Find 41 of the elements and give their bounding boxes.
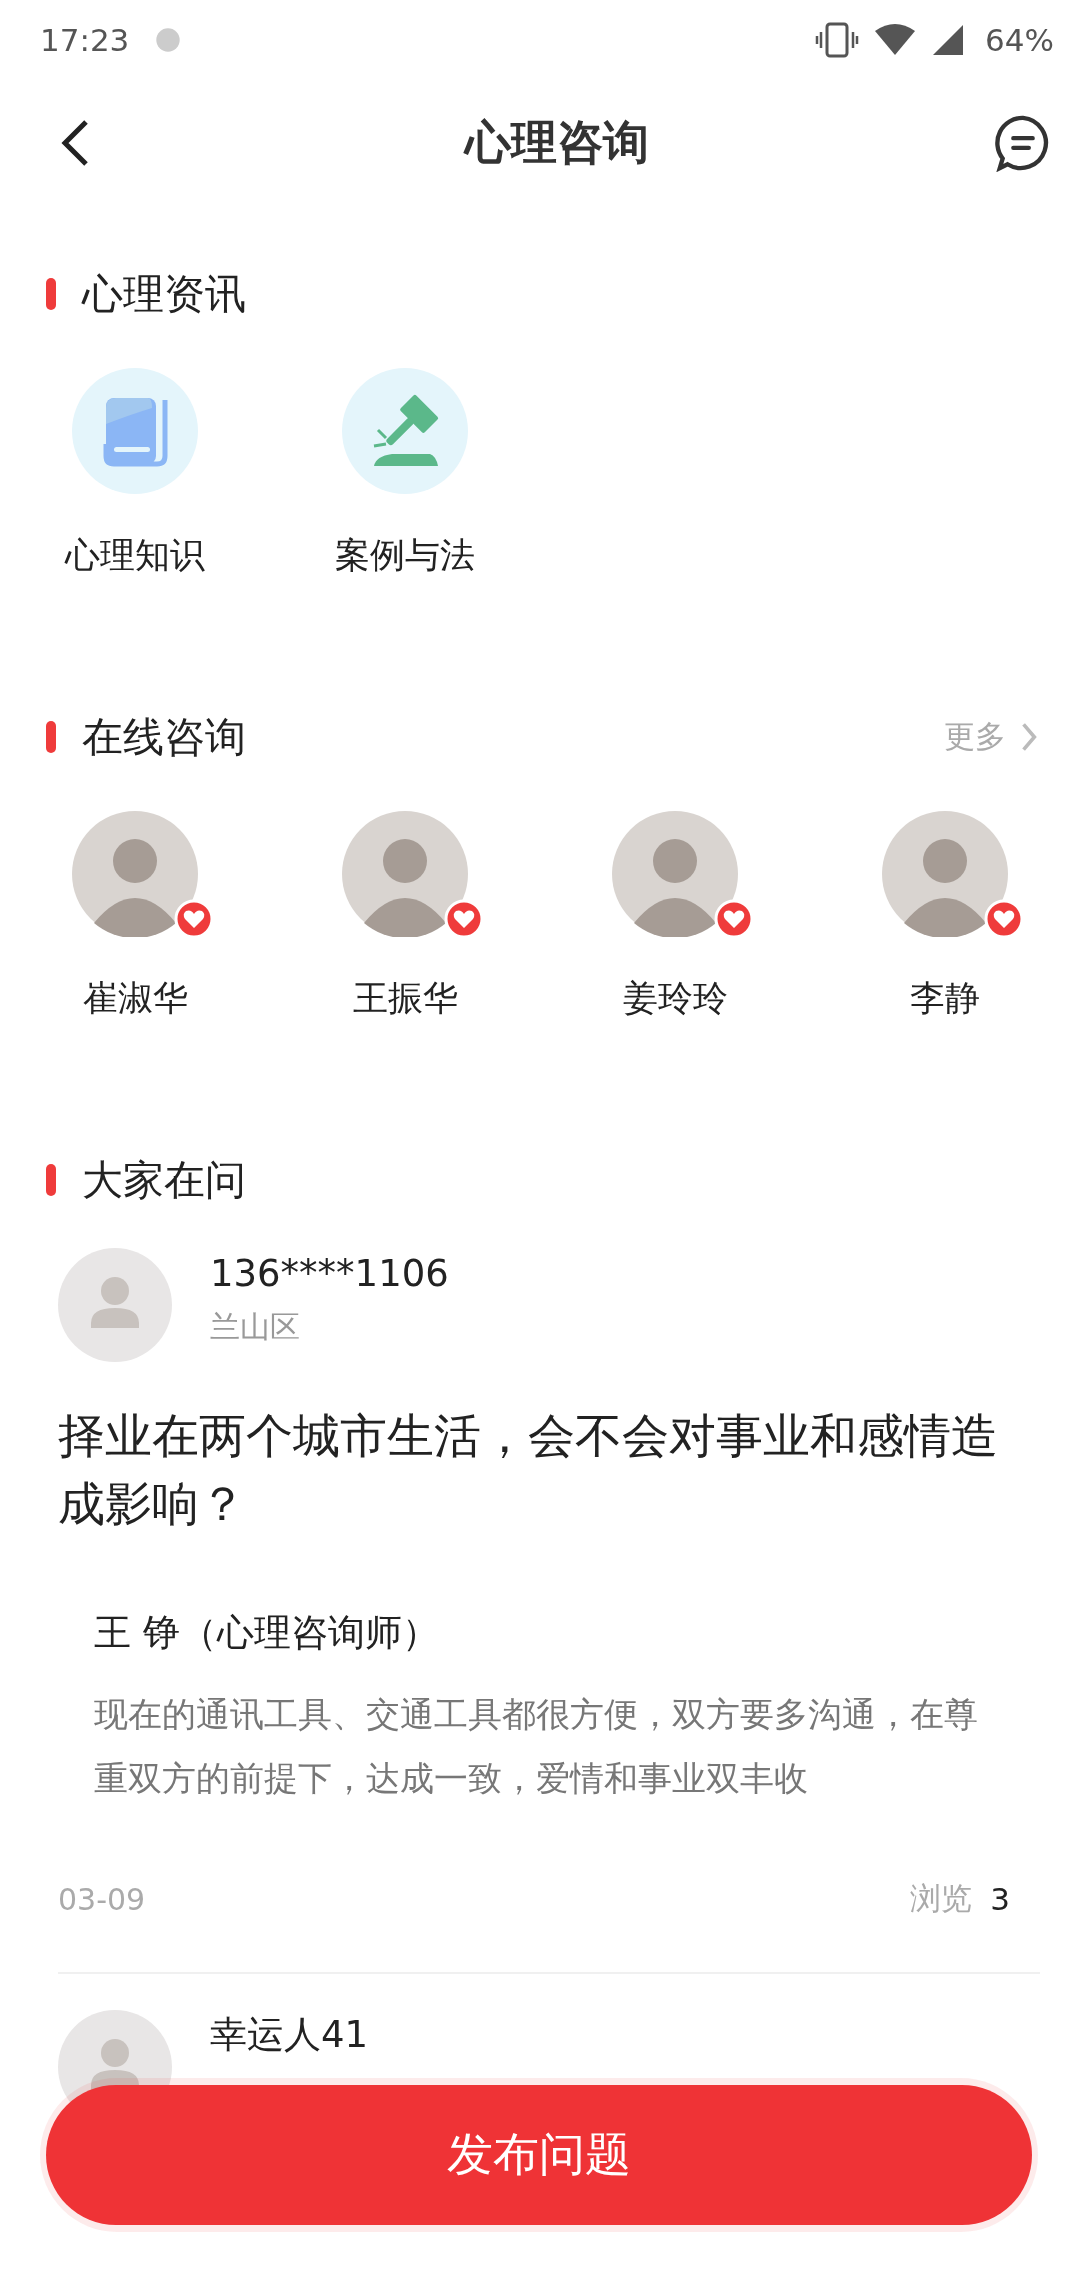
views-label: 浏览 (910, 1879, 973, 1918)
section-title: 心理资讯 (82, 268, 246, 320)
category-label[interactable]: 心理知识 (65, 532, 205, 579)
heart-badge-icon (444, 899, 484, 939)
section-title: 在线咨询 (82, 711, 246, 763)
status-time: 17:23 (40, 22, 130, 58)
avatar-icon[interactable] (342, 811, 468, 937)
gavel-icon[interactable] (342, 368, 468, 494)
heart-badge-icon (984, 899, 1024, 939)
user-name: 幸运人41 (210, 2012, 369, 2058)
answer-author: 王 铮（心理咨询师） (94, 1610, 440, 1656)
heart-badge-icon (174, 899, 214, 939)
avatar-icon[interactable] (612, 811, 738, 937)
heart-badge-icon (714, 899, 754, 939)
status-dot-icon (155, 27, 182, 53)
avatar-icon[interactable] (72, 811, 198, 937)
question-text[interactable]: 择业在两个城市生活，会不会对事业和感情造成影响？ (58, 1402, 1040, 1538)
section-marker (46, 721, 56, 753)
avatar-icon[interactable] (882, 811, 1008, 937)
category-label[interactable]: 案例与法 (335, 532, 475, 579)
book-icon[interactable] (72, 368, 198, 494)
counselor-name[interactable]: 王振华 (352, 975, 458, 1022)
section-marker (46, 1164, 56, 1196)
counselor-name[interactable]: 崔淑华 (82, 975, 188, 1022)
back-icon[interactable] (60, 119, 90, 167)
views-count: 3 (990, 1881, 1010, 1917)
page-title: 心理咨询 (465, 114, 649, 171)
vibrate-icon (815, 22, 860, 58)
counselor-name[interactable]: 姜玲玲 (622, 975, 728, 1022)
user-district: 兰山区 (210, 1308, 301, 1346)
wifi-icon (873, 23, 918, 57)
user-name: 136****1106 (210, 1252, 449, 1295)
publish-button[interactable]: 发布问题 (46, 2085, 1032, 2225)
section-title: 大家在问 (82, 1154, 246, 1206)
battery-level: 64% (985, 22, 1054, 58)
signal-icon (931, 23, 966, 57)
section-marker (46, 278, 56, 310)
user-avatar-icon (58, 1248, 172, 1362)
counselor-name[interactable]: 李静 (910, 975, 980, 1022)
answer-text: 现在的通讯工具、交通工具都很方便，双方要多沟通，在尊重双方的前提下，达成一致，爱情和事业双丰收 (94, 1693, 979, 1800)
question-date: 03-09 (58, 1881, 146, 1917)
